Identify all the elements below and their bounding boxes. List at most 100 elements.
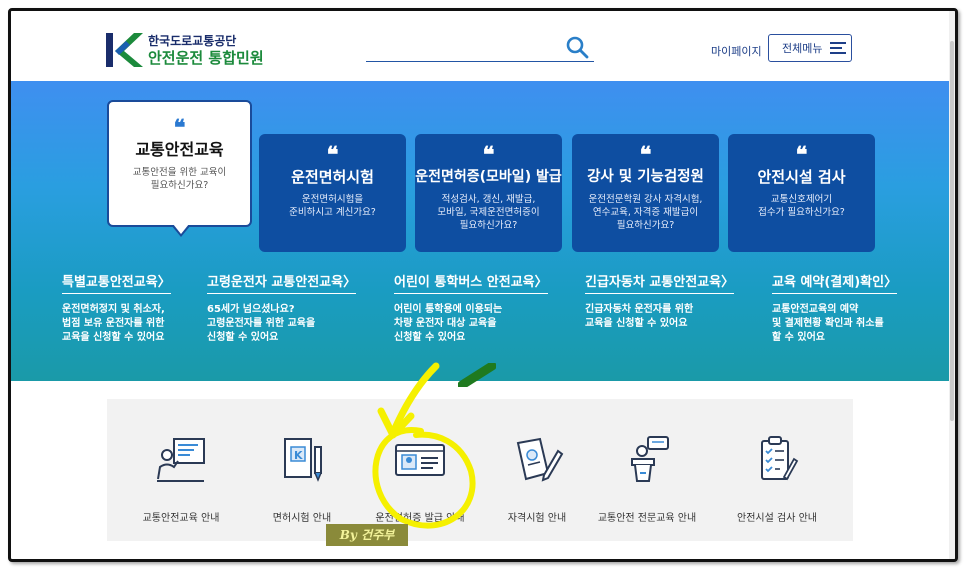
link-desc-line: 교육을 신청할 수 있어요 — [585, 318, 688, 329]
card-desc-line: 접수가 필요하신가요? — [758, 207, 845, 218]
service-label: 면허시험 안내 — [272, 513, 332, 524]
card-title: 강사 및 기능검정원 — [587, 169, 704, 185]
full-menu-button[interactable]: 전체메뉴 — [768, 34, 852, 62]
card-desc: 운전전문학원 강사 자격시험, 연수교육, 자격증 재발급이 필요하신가요? — [572, 193, 719, 232]
annotation-stroke-green — [458, 363, 496, 387]
link-reservation-check[interactable]: 교육 예약(결제)확인〉 교통안전교육의 예약 및 결제현황 확인과 취소를 할… — [772, 271, 898, 345]
service-label: 교통안전 전문교육 안내 — [597, 513, 697, 524]
link-title-text[interactable]: 고령운전자 교통안전교육 — [207, 275, 343, 290]
link-title: 어린이 통학버스 안전교육〉 — [394, 271, 548, 292]
card-license-issue[interactable]: ❝ 운전면허증(모바일) 발급 적성검사, 갱신, 재발급, 모바일, 국제운전… — [415, 134, 562, 252]
link-underline — [207, 293, 357, 294]
chevron-right-icon: 〉 — [343, 275, 357, 290]
id-card-icon — [395, 444, 445, 476]
link-school-bus-education[interactable]: 어린이 통학버스 안전교육〉 어린이 통학용에 이용되는 차량 운전자 대상 교… — [394, 271, 548, 345]
card-desc-line: 연수교육, 자격증 재발급이 — [592, 207, 699, 218]
link-desc-line: 운전면허정지 및 취소자, — [62, 304, 165, 315]
card-desc-line: 필요하신가요? — [616, 220, 675, 231]
card-desc-line: 적성검사, 갱신, 재발급, — [441, 194, 536, 205]
link-desc-line: 65세가 넘으셨나요? — [207, 304, 295, 315]
link-desc: 운전면허정지 및 취소자, 법점 보유 운전자를 위한 교육을 신청할 수 있어… — [62, 303, 171, 345]
scrollbar[interactable] — [949, 11, 955, 559]
scrollbar-thumb[interactable] — [950, 41, 954, 421]
hero-banner: ❝ 교통안전교육 교통안전을 위한 교육이 필요하신가요? ❝ 운전면허시험 운… — [11, 81, 949, 381]
service-license-test-guide[interactable]: K 면허시험 안내 — [242, 435, 362, 524]
link-title: 긴급자동차 교통안전교육〉 — [585, 271, 734, 292]
link-emergency-vehicle-education[interactable]: 긴급자동차 교통안전교육〉 긴급자동차 운전자를 위한 교육을 신청할 수 있어… — [585, 271, 735, 331]
link-desc: 65세가 넘으셨나요? 고령운전자를 위한 교육을 신청할 수 있어요 — [207, 303, 356, 345]
speech-tail-inner — [173, 224, 189, 234]
chevron-right-icon: 〉 — [534, 275, 548, 290]
search-icon[interactable] — [565, 35, 589, 59]
quote-icon: ❝ — [173, 115, 186, 141]
card-desc: 적성검사, 갱신, 재발급, 모바일, 국제운전면허증이 필요하신가요? — [415, 193, 562, 232]
chevron-right-icon: 〉 — [157, 275, 171, 290]
card-desc: 교통신호제어기 접수가 필요하신가요? — [728, 193, 875, 219]
link-underline — [62, 293, 171, 294]
service-label: 운전면허증 발급 안내 — [375, 513, 465, 524]
link-special-education[interactable]: 특별교통안전교육〉 운전면허정지 및 취소자, 법점 보유 운전자를 위한 교육… — [62, 271, 171, 345]
chevron-right-icon: 〉 — [721, 275, 735, 290]
card-desc-line: 필요하신가요? — [459, 220, 518, 231]
link-title: 특별교통안전교육〉 — [62, 271, 171, 292]
card-traffic-safety-education[interactable]: ❝ 교통안전교육 교통안전을 위한 교육이 필요하신가요? — [107, 100, 252, 237]
service-safety-facility-guide[interactable]: 안전시설 검사 안내 — [717, 435, 837, 524]
service-label: 안전시설 검사 안내 — [737, 513, 817, 524]
browser-frame: 한국도로교통공단 안전운전 통합민원 마이페이지 전체메뉴 ❝ 교통안전교육 교… — [8, 8, 958, 562]
link-desc-line: 할 수 있어요 — [772, 332, 825, 343]
service-label: 교통안전교육 안내 — [142, 513, 220, 524]
link-desc-line: 교통안전교육의 예약 — [772, 304, 859, 315]
card-desc: 교통안전을 위한 교육이 필요하신가요? — [109, 166, 250, 192]
link-title-text[interactable]: 긴급자동차 교통안전교육 — [585, 275, 721, 290]
card-license-test[interactable]: ❝ 운전면허시험 운전면허시험을 준비하시고 계신가요? — [259, 134, 406, 252]
link-underline — [772, 293, 898, 294]
link-desc-line: 신청할 수 있어요 — [394, 332, 466, 343]
quote-icon: ❝ — [482, 142, 495, 168]
card-desc-line: 필요하신가요? — [150, 180, 209, 191]
link-desc-line: 법점 보유 운전자를 위한 — [62, 318, 165, 329]
link-title-text[interactable]: 교육 예약(결제)확인 — [772, 275, 884, 290]
link-underline — [585, 293, 735, 294]
document-pen-icon — [516, 437, 564, 482]
site-logo[interactable]: 한국도로교통공단 안전운전 통합민원 — [104, 31, 264, 69]
link-desc: 어린이 통학용에 이용되는 차량 운전자 대상 교육을 신청할 수 있어요 — [394, 303, 548, 345]
watermark-label: By 건주부 — [326, 524, 408, 546]
card-instructor-examiner[interactable]: ❝ 강사 및 기능검정원 운전전문학원 강사 자격시험, 연수교육, 자격증 재… — [572, 134, 719, 252]
card-title: 운전면허증(모바일) 발급 — [415, 169, 562, 185]
link-title: 고령운전자 교통안전교육〉 — [207, 271, 356, 292]
card-safety-facility[interactable]: ❝ 안전시설 검사 교통신호제어기 접수가 필요하신가요? — [728, 134, 875, 252]
link-desc-line: 어린이 통학용에 이용되는 — [394, 304, 503, 315]
service-guide-bar: 교통안전교육 안내 K 면허시험 안내 운전면허증 발급 안내 자격시험 안내 … — [107, 399, 853, 541]
card-desc-line: 교통신호제어기 — [770, 194, 833, 205]
link-desc: 교통안전교육의 예약 및 결제현황 확인과 취소를 할 수 있어요 — [772, 303, 897, 345]
card-desc-line: 준비하시고 계신가요? — [289, 207, 376, 218]
card-desc-line: 교통안전을 위한 교육이 — [132, 167, 227, 178]
link-desc-line: 교육을 신청할 수 있어요 — [62, 332, 165, 343]
link-desc: 긴급자동차 운전자를 위한 교육을 신청할 수 있어요 — [585, 303, 734, 331]
quote-icon: ❝ — [326, 142, 339, 168]
site-header: 한국도로교통공단 안전운전 통합민원 마이페이지 전체메뉴 — [11, 11, 949, 81]
service-professional-education-guide[interactable]: 교통안전 전문교육 안내 — [587, 435, 707, 524]
search-input[interactable] — [366, 61, 594, 62]
clipboard-check-icon — [761, 436, 799, 481]
service-qualification-test-guide[interactable]: 자격시험 안내 — [477, 435, 597, 524]
full-menu-label: 전체메뉴 — [782, 42, 823, 55]
link-underline — [394, 293, 548, 294]
org-name: 한국도로교통공단 — [148, 33, 237, 48]
service-name: 안전운전 통합민원 — [148, 48, 264, 67]
book-pen-icon: K — [284, 438, 322, 482]
service-license-issue-guide[interactable]: 운전면허증 발급 안내 — [360, 435, 480, 524]
link-title-text[interactable]: 어린이 통학버스 안전교육 — [394, 275, 535, 290]
lecturer-podium-icon — [631, 436, 669, 482]
chevron-right-icon: 〉 — [884, 275, 898, 290]
link-title-text[interactable]: 특별교통안전교육 — [62, 275, 158, 290]
service-label: 자격시험 안내 — [507, 513, 567, 524]
link-title: 교육 예약(결제)확인〉 — [772, 271, 897, 292]
link-desc-line: 고령운전자를 위한 교육을 — [207, 318, 316, 329]
link-desc-line: 차량 운전자 대상 교육을 — [394, 318, 497, 329]
link-senior-driver-education[interactable]: 고령운전자 교통안전교육〉 65세가 넘으셨나요? 고령운전자를 위한 교육을 … — [207, 271, 357, 345]
mypage-link[interactable]: 마이페이지 — [711, 43, 762, 59]
link-desc-line: 긴급자동차 운전자를 위한 — [585, 304, 694, 315]
card-desc-line: 모바일, 국제운전면허증이 — [437, 207, 540, 218]
service-traffic-education-guide[interactable]: 교통안전교육 안내 — [121, 435, 241, 524]
